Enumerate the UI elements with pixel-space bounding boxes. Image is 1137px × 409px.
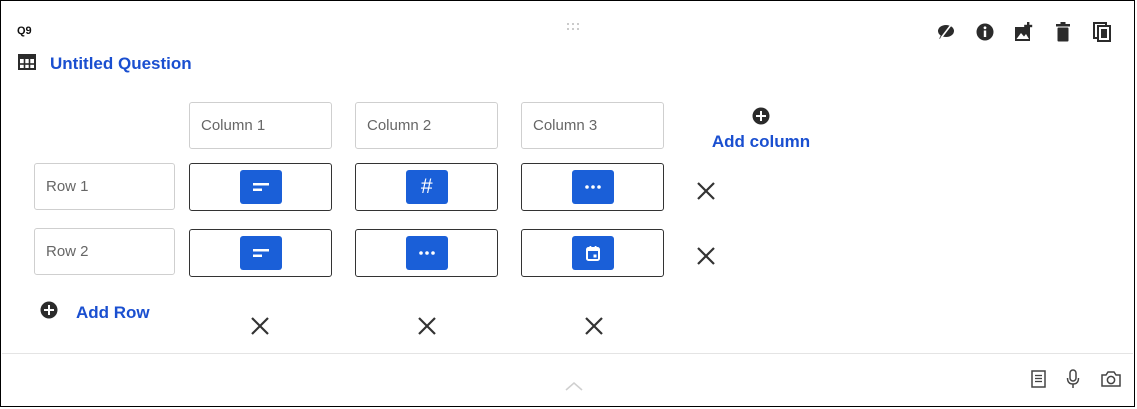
footer-divider bbox=[2, 353, 1133, 354]
question-card: Q9 Untitled Question Column 1 Column 2 C… bbox=[0, 0, 1135, 407]
chevron-up-icon[interactable] bbox=[564, 379, 584, 397]
number-hash-icon: # bbox=[405, 170, 448, 204]
column-2-input[interactable]: Column 2 bbox=[355, 102, 498, 149]
delete-trash-icon[interactable] bbox=[1053, 21, 1073, 43]
row-1-col-2-type[interactable]: # bbox=[355, 163, 498, 211]
delete-column-1-close-icon[interactable] bbox=[250, 316, 272, 338]
dots-more-icon bbox=[405, 236, 448, 270]
microphone-icon[interactable] bbox=[1066, 369, 1080, 389]
question-toolbar bbox=[917, 21, 1112, 43]
plus-circle-icon bbox=[40, 301, 58, 324]
row-2-col-2-type[interactable] bbox=[355, 229, 498, 277]
text-icon bbox=[239, 236, 282, 270]
row-2-input[interactable]: Row 2 bbox=[34, 228, 175, 275]
delete-column-2-close-icon[interactable] bbox=[417, 316, 439, 338]
add-column-label: Add column bbox=[711, 132, 811, 151]
column-1-input[interactable]: Column 1 bbox=[189, 102, 332, 149]
question-header: Untitled Question bbox=[18, 53, 192, 75]
hide-eye-icon[interactable] bbox=[936, 21, 956, 43]
delete-row-1-close-icon[interactable] bbox=[696, 181, 718, 203]
column-3-input[interactable]: Column 3 bbox=[521, 102, 664, 149]
row-1-col-3-type[interactable] bbox=[521, 163, 664, 211]
row-1-col-1-type[interactable] bbox=[189, 163, 332, 211]
footer-toolbar bbox=[1011, 369, 1122, 389]
add-image-icon[interactable] bbox=[1014, 21, 1034, 43]
text-icon bbox=[239, 170, 282, 204]
plus-circle-icon bbox=[752, 107, 770, 129]
calendar-date-icon bbox=[571, 236, 614, 270]
add-row-label: Add Row bbox=[76, 302, 150, 322]
row-1-input[interactable]: Row 1 bbox=[34, 163, 175, 210]
hash-symbol: # bbox=[420, 175, 433, 198]
delete-column-3-close-icon[interactable] bbox=[584, 316, 606, 338]
info-icon[interactable] bbox=[975, 21, 995, 43]
drag-handle-icon[interactable] bbox=[567, 23, 581, 33]
dots-more-icon bbox=[571, 170, 614, 204]
question-number: Q9 bbox=[17, 25, 32, 37]
duplicate-copy-icon[interactable] bbox=[1092, 21, 1112, 43]
row-2-col-1-type[interactable] bbox=[189, 229, 332, 277]
camera-icon[interactable] bbox=[1100, 370, 1122, 388]
question-title[interactable]: Untitled Question bbox=[50, 54, 192, 74]
notes-document-icon[interactable] bbox=[1031, 370, 1046, 388]
delete-row-2-close-icon[interactable] bbox=[696, 246, 718, 268]
row-2-col-3-type[interactable] bbox=[521, 229, 664, 277]
grid-table-icon bbox=[18, 53, 36, 75]
add-row-button[interactable]: Add Row bbox=[40, 301, 150, 324]
add-column-button[interactable]: Add column bbox=[706, 107, 816, 152]
